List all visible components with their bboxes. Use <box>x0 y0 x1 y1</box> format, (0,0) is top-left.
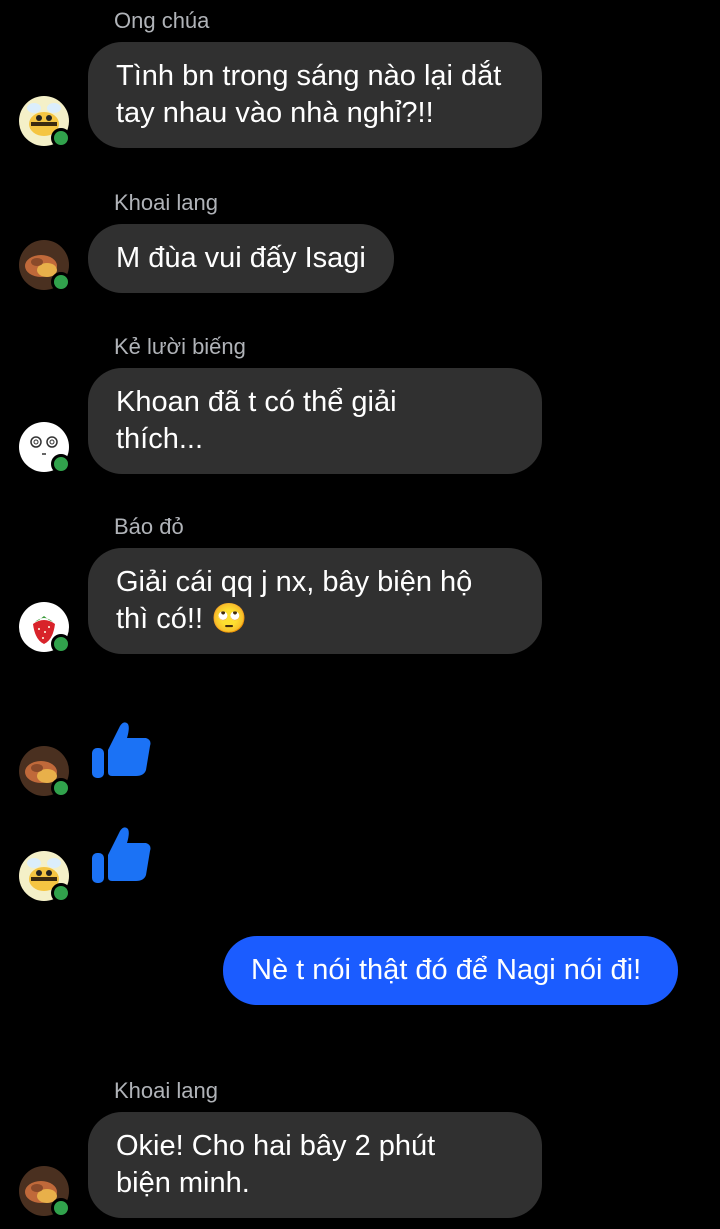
avatar[interactable] <box>19 422 71 474</box>
sender-name: Báo đỏ <box>114 514 184 539</box>
online-status-icon <box>51 128 71 148</box>
avatar[interactable] <box>19 240 71 292</box>
online-status-icon <box>51 1198 71 1218</box>
avatar[interactable] <box>19 602 71 654</box>
sender-name: Khoai lang <box>114 190 218 215</box>
online-status-icon <box>51 634 71 654</box>
message-bubble[interactable]: Okie! Cho hai bây 2 phút biện minh. <box>88 1112 542 1218</box>
online-status-icon <box>51 778 71 798</box>
own-message-bubble[interactable]: Nè t nói thật đó để Nagi nói đi! <box>223 936 678 1005</box>
avatar[interactable] <box>19 746 71 798</box>
online-status-icon <box>51 272 71 292</box>
avatar[interactable] <box>19 96 71 148</box>
sender-name: Ong chúa <box>114 8 210 33</box>
message-bubble[interactable]: M đùa vui đấy Isagi <box>88 224 394 293</box>
thumbs-up-icon[interactable] <box>90 718 154 787</box>
avatar[interactable] <box>19 851 71 903</box>
message-bubble[interactable]: Giải cái qq j nx, bây biện hộ thì có!! 🙄 <box>88 548 542 654</box>
online-status-icon <box>51 883 71 903</box>
sender-name: Kẻ lười biếng <box>114 334 246 359</box>
online-status-icon <box>51 454 71 474</box>
avatar[interactable] <box>19 1166 71 1218</box>
sender-name: Khoai lang <box>114 1078 218 1103</box>
thumbs-up-icon[interactable] <box>90 823 154 892</box>
message-bubble[interactable]: Tình bn trong sáng nào lại dắt tay nhau … <box>88 42 542 148</box>
message-bubble[interactable]: Khoan đã t có thể giải thích... <box>88 368 542 474</box>
